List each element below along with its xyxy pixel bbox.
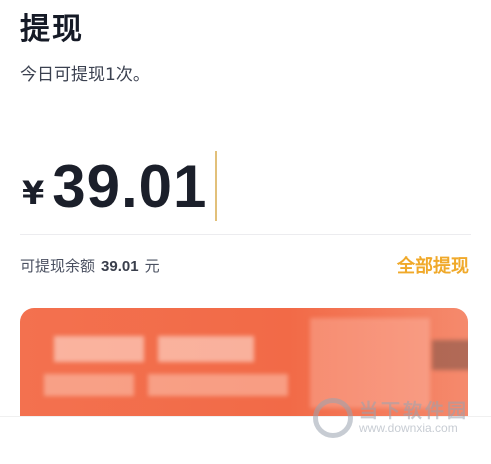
watermark-title: 当下软件园	[358, 399, 469, 422]
balance-row: 可提现余额 39.01 元 全部提现	[20, 250, 469, 280]
amount-input-area[interactable]: ¥ 39.01	[22, 148, 218, 224]
page-title: 提现	[20, 12, 84, 47]
balance-value: 39.01	[101, 257, 139, 275]
blurred-account-name-2	[158, 336, 254, 362]
blurred-account-detail-2	[148, 374, 288, 396]
withdraw-limit-text: 今日可提现1次。	[20, 65, 150, 85]
balance-unit: 元	[144, 256, 160, 275]
blurred-card-art	[310, 318, 430, 408]
withdraw-all-button[interactable]: 全部提现	[397, 252, 469, 278]
currency-symbol: ¥	[22, 174, 45, 212]
available-balance: 可提现余额 39.01 元	[20, 255, 160, 276]
blurred-card-icon	[432, 340, 468, 370]
watermark-logo-icon	[312, 398, 353, 438]
divider	[20, 234, 471, 235]
watermark: 当下软件园 www.downxia.com	[312, 398, 469, 438]
watermark-url: www.downxia.com	[358, 420, 458, 435]
blurred-account-detail	[44, 374, 134, 396]
amount-input[interactable]: 39.01	[52, 152, 207, 221]
text-cursor	[215, 151, 218, 221]
blurred-account-name	[54, 336, 144, 362]
balance-label: 可提现余额	[20, 256, 96, 275]
